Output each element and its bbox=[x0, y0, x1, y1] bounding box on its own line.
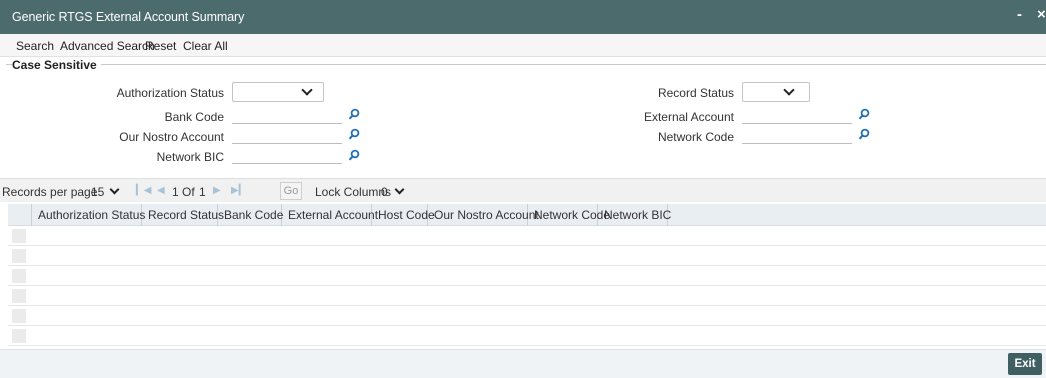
authorization-status-select[interactable] bbox=[232, 82, 324, 102]
table-row[interactable] bbox=[8, 326, 1046, 346]
minimize-icon[interactable]: - bbox=[1017, 6, 1022, 23]
column-header-external-account[interactable]: External Account bbox=[282, 204, 378, 226]
search-icon[interactable] bbox=[348, 149, 360, 161]
clear-all-menu-item[interactable]: Clear All bbox=[183, 39, 228, 53]
go-button[interactable]: Go bbox=[280, 182, 302, 200]
authorization-status-label: Authorization Status bbox=[116, 86, 224, 100]
our-nostro-account-field[interactable] bbox=[232, 126, 342, 144]
search-icon[interactable] bbox=[858, 108, 870, 120]
search-icon[interactable] bbox=[348, 128, 360, 140]
chevron-down-icon bbox=[783, 84, 795, 96]
column-header-authorization-status[interactable]: Authorization Status bbox=[32, 204, 145, 226]
column-header-our-nostro-account[interactable]: Our Nostro Account bbox=[428, 204, 539, 226]
total-pages-number: 1 bbox=[199, 185, 206, 199]
search-icon[interactable] bbox=[858, 128, 870, 140]
lock-columns-select[interactable]: 0 bbox=[378, 182, 412, 200]
bank-code-field[interactable] bbox=[232, 106, 342, 124]
pagination-bar: Records per page 15 ▎◀ ◀ 1 Of 1 ▶ ▶▎ Go … bbox=[0, 178, 1046, 202]
window-titlebar: Generic RTGS External Account Summary - … bbox=[0, 0, 1046, 34]
next-page-icon[interactable]: ▶ bbox=[213, 185, 221, 196]
record-status-label: Record Status bbox=[657, 86, 734, 100]
column-header-network-code[interactable]: Network Code bbox=[528, 204, 610, 226]
window-title: Generic RTGS External Account Summary bbox=[12, 10, 245, 24]
row-checkbox[interactable] bbox=[12, 289, 26, 303]
external-account-label: External Account bbox=[643, 110, 734, 124]
window-footer: Exit bbox=[0, 349, 1046, 378]
chevron-down-icon bbox=[394, 184, 405, 195]
first-page-icon[interactable]: ▎◀ bbox=[136, 185, 151, 196]
chevron-down-icon bbox=[109, 184, 120, 195]
close-icon[interactable]: × bbox=[1037, 6, 1046, 23]
our-nostro-account-label: Our Nostro Account bbox=[119, 130, 224, 144]
results-grid-header: Authorization Status Record Status Bank … bbox=[8, 204, 1046, 226]
network-code-label: Network Code bbox=[657, 130, 734, 144]
network-bic-label: Network BIC bbox=[156, 150, 224, 164]
table-row[interactable] bbox=[8, 306, 1046, 326]
search-icon[interactable] bbox=[348, 108, 360, 120]
row-checkbox[interactable] bbox=[12, 309, 26, 323]
row-checkbox[interactable] bbox=[12, 249, 26, 263]
records-per-page-value: 15 bbox=[91, 185, 105, 199]
of-label: Of bbox=[182, 185, 195, 199]
table-row[interactable] bbox=[8, 286, 1046, 306]
external-account-field[interactable] bbox=[742, 106, 852, 124]
advanced-search-menu-item[interactable]: Advanced Search bbox=[60, 39, 155, 53]
network-code-field[interactable] bbox=[742, 126, 852, 144]
column-header-bank-code[interactable]: Bank Code bbox=[218, 204, 283, 226]
records-per-page-label: Records per page bbox=[2, 185, 98, 199]
row-checkbox[interactable] bbox=[12, 229, 26, 243]
table-row[interactable] bbox=[8, 246, 1046, 266]
row-checkbox[interactable] bbox=[12, 329, 26, 343]
exit-button[interactable]: Exit bbox=[1008, 353, 1042, 375]
column-header-network-bic[interactable]: Network BIC bbox=[598, 204, 671, 226]
column-header-host-code[interactable]: Host Code bbox=[372, 204, 435, 226]
table-row[interactable] bbox=[8, 226, 1046, 246]
toolbar-menu: Search Advanced Search Reset Clear All bbox=[0, 34, 1046, 57]
reset-menu-item[interactable]: Reset bbox=[145, 39, 176, 53]
previous-page-icon[interactable]: ◀ bbox=[157, 185, 165, 196]
case-sensitive-legend: Case Sensitive bbox=[12, 58, 101, 72]
search-menu-item[interactable]: Search bbox=[16, 39, 54, 53]
current-page-number: 1 bbox=[172, 185, 179, 199]
bank-code-label: Bank Code bbox=[164, 110, 224, 124]
table-row[interactable] bbox=[8, 266, 1046, 286]
lock-columns-value: 0 bbox=[381, 185, 388, 199]
records-per-page-select[interactable]: 15 bbox=[88, 182, 128, 200]
record-status-select[interactable] bbox=[742, 82, 810, 102]
row-checkbox[interactable] bbox=[12, 269, 26, 283]
select-all-checkbox[interactable] bbox=[8, 204, 32, 226]
column-header-record-status[interactable]: Record Status bbox=[142, 204, 224, 226]
chevron-down-icon bbox=[301, 84, 313, 96]
last-page-icon[interactable]: ▶▎ bbox=[231, 185, 246, 196]
network-bic-field[interactable] bbox=[232, 146, 342, 164]
